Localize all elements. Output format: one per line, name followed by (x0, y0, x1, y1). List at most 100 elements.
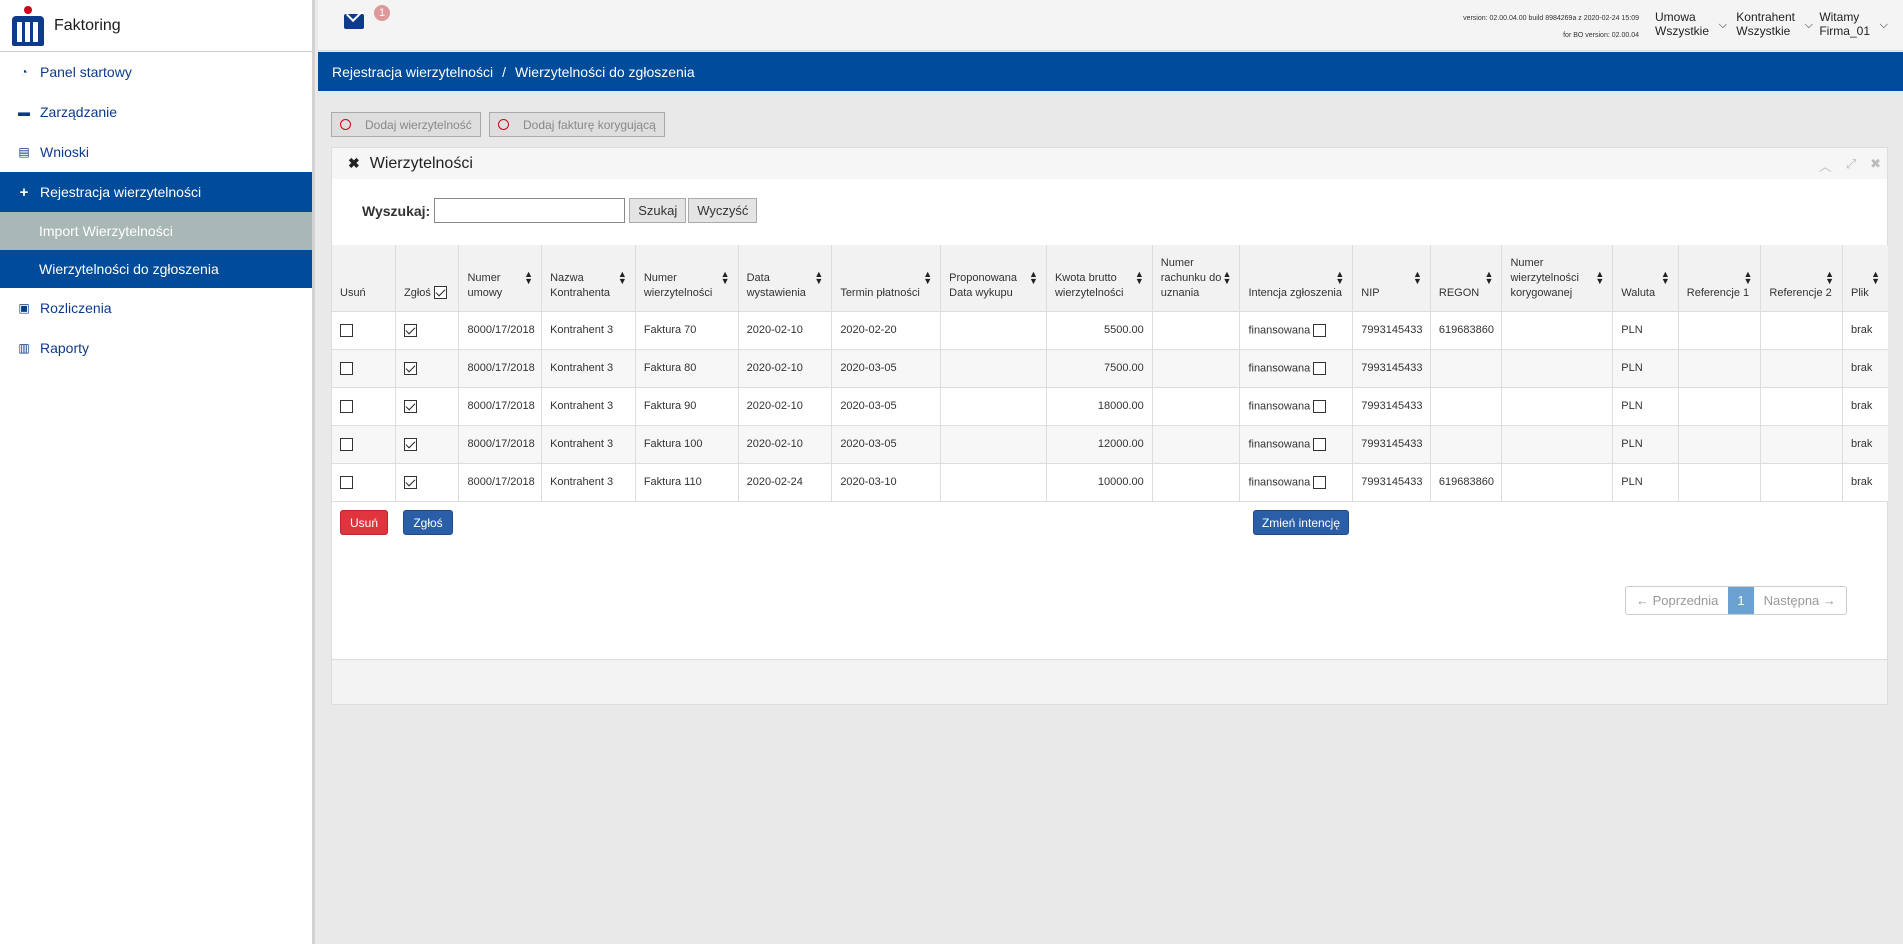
sort-icon: ▲ ▼ (1335, 269, 1345, 286)
table-cell: finansowana (1239, 425, 1353, 464)
collapse-icon[interactable]: ︿ (1819, 156, 1832, 175)
table-cell: 619683860 (1429, 463, 1502, 502)
delete-checkbox[interactable] (340, 361, 353, 375)
table-cell: 5500.00 (1045, 311, 1153, 350)
submit-checkbox[interactable] (403, 399, 417, 413)
table-cell (1429, 349, 1502, 388)
user-dropdown[interactable]: Witamy Firma_01 ⌵ (1819, 10, 1888, 38)
column-header[interactable]: Waluta ▲ ▼ (1612, 245, 1679, 312)
table-cell: finansowana (1239, 463, 1353, 502)
currency: PLN (1621, 324, 1643, 336)
table-cell (1501, 425, 1613, 464)
pager-prev[interactable]: ← Poprzednia (1626, 587, 1728, 614)
column-header[interactable]: Numer rachunku do uznania ▲ ▼ (1151, 245, 1240, 312)
delete-checkbox[interactable] (340, 437, 353, 451)
delete-button[interactable]: Usuń (340, 510, 388, 535)
intent-checkbox[interactable] (1313, 475, 1327, 489)
contract-number: 8000/17/2018 (467, 400, 535, 412)
table-cell (332, 349, 396, 388)
column-header: Zgłoś (394, 245, 459, 312)
sort-icon: ▲ ▼ (923, 269, 933, 286)
expand-icon[interactable]: ⤢ (1846, 156, 1856, 175)
sort-icon: ▲ ▼ (617, 269, 627, 286)
gross-amount: 7500.00 (1104, 362, 1144, 374)
column-header[interactable]: Referencje 1 ▲ ▼ (1677, 245, 1761, 312)
sidebar-item-zarzadzanie[interactable]: ▬ Zarządzanie (0, 92, 312, 132)
table-row: 8000/17/2018 Kontrahent 3 Faktura 90 2020-0… (332, 387, 1888, 426)
table-cell: 2020-02-10 (737, 349, 832, 388)
umowa-dropdown[interactable]: Umowa Wszystkie ⌵ (1655, 10, 1727, 38)
column-header[interactable]: Intencja zgłoszenia ▲ ▼ (1239, 245, 1353, 312)
user-name: Firma_01 (1819, 24, 1870, 38)
file-status: brak (1851, 362, 1873, 374)
submit-checkbox[interactable] (403, 475, 417, 489)
column-header[interactable]: Numer wierzytelności ▲ ▼ (634, 245, 739, 312)
sidebar-subitem-import[interactable]: Import Wierzytelności (0, 212, 312, 250)
table-cell: Faktura 90 (634, 387, 739, 426)
intent-checkbox[interactable] (1313, 361, 1327, 375)
column-header[interactable]: NIP ▲ ▼ (1352, 245, 1431, 312)
table-cell: 8000/17/2018 (458, 463, 542, 502)
table-cell (332, 387, 396, 426)
delete-checkbox[interactable] (340, 323, 353, 337)
sidebar-item-label: Rejestracja wierzytelności (40, 184, 202, 200)
brand: Faktoring (0, 0, 312, 52)
column-header[interactable]: Plik ▲ ▼ (1842, 245, 1888, 312)
contractor-name: Kontrahent 3 (550, 476, 614, 488)
clear-button[interactable]: Wyczyść (688, 198, 758, 223)
breadcrumb-current: Wierzytelności do zgłoszenia (514, 63, 695, 80)
kontrahent-dropdown[interactable]: Kontrahent Wszystkie ⌵ (1736, 10, 1813, 38)
submit-button[interactable]: Zgłoś (403, 510, 453, 535)
column-header[interactable]: Termin płatności ▲ ▼ (831, 245, 941, 312)
delete-checkbox[interactable] (340, 399, 353, 413)
payment-due: 2020-03-05 (840, 438, 897, 450)
table-cell: brak (1842, 311, 1888, 350)
intent-checkbox[interactable] (1313, 399, 1327, 413)
submit-checkbox[interactable] (403, 323, 417, 337)
column-header[interactable]: Numer umowy ▲ ▼ (458, 245, 542, 312)
table-cell (1501, 463, 1613, 502)
search-input[interactable] (434, 198, 626, 223)
breadcrumb-parent[interactable]: Rejestracja wierzytelności (332, 64, 493, 80)
intent-checkbox[interactable] (1313, 323, 1327, 337)
column-header[interactable]: Data wystawienia ▲ ▼ (737, 245, 832, 312)
column-header[interactable]: Numer wierzytelności korygowanej ▲ ▼ (1501, 245, 1613, 312)
panel-tools: ︿ ⤢ ✖ (1819, 156, 1881, 175)
sidebar-item-wnioski[interactable]: ▤ Wnioski (0, 132, 312, 172)
close-panel-icon[interactable]: ✖ (1870, 156, 1881, 175)
change-intent-button[interactable]: Zmień intencję (1253, 510, 1349, 535)
sort-icon: ▲ ▼ (1484, 269, 1494, 286)
claim-number: Faktura 110 (643, 476, 702, 488)
add-correction-button[interactable]: Dodaj fakturę korygującą (489, 112, 665, 137)
gross-amount: 10000.00 (1097, 476, 1144, 488)
pager-next[interactable]: Następna → (1754, 587, 1846, 614)
submit-checkbox[interactable] (403, 437, 417, 451)
search-button[interactable]: Szukaj (629, 198, 687, 223)
column-header[interactable]: Referencje 2 ▲ ▼ (1760, 245, 1843, 312)
sidebar-item-rejestracja[interactable]: + Rejestracja wierzytelności (0, 172, 312, 212)
sidebar-subitem-do-zgloszenia[interactable]: Wierzytelności do zgłoszenia (0, 250, 312, 288)
delete-checkbox[interactable] (340, 475, 353, 489)
select-all-checkbox[interactable] (433, 286, 447, 300)
column-header[interactable]: Kwota brutto wierzytelności ▲ ▼ (1045, 245, 1153, 312)
sidebar-item-raporty[interactable]: ▥ Raporty (0, 328, 312, 368)
table-cell: 619683860 (1429, 311, 1502, 350)
table-cell: 2020-02-20 (831, 311, 941, 350)
sidebar-item-label: Raporty (40, 340, 90, 356)
mail-icon[interactable] (344, 14, 364, 29)
table-cell (394, 349, 459, 388)
table-row: 8000/17/2018 Kontrahent 3 Faktura 70 2020-0… (332, 311, 1888, 350)
submit-checkbox[interactable] (403, 361, 417, 375)
column-header[interactable]: Nazwa Kontrahenta ▲ ▼ (541, 245, 636, 312)
add-claim-button[interactable]: Dodaj wierzytelność (331, 112, 481, 137)
sidebar-item-panel-startowy[interactable]: ◔ Panel startowy (0, 52, 312, 92)
intent-checkbox[interactable] (1313, 437, 1327, 451)
table-cell: 8000/17/2018 (458, 425, 542, 464)
close-icon[interactable]: ✖ (348, 155, 360, 172)
regon-value: 619683860 (1438, 324, 1494, 336)
sidebar-item-rozliczenia[interactable]: ▣ Rozliczenia (0, 288, 312, 328)
pager-current[interactable]: 1 (1728, 587, 1754, 614)
sidebar-item-label: Rozliczenia (40, 300, 112, 316)
column-header[interactable]: Proponowana Data wykupu ▲ ▼ (940, 245, 1047, 312)
column-header[interactable]: REGON ▲ ▼ (1429, 245, 1502, 312)
